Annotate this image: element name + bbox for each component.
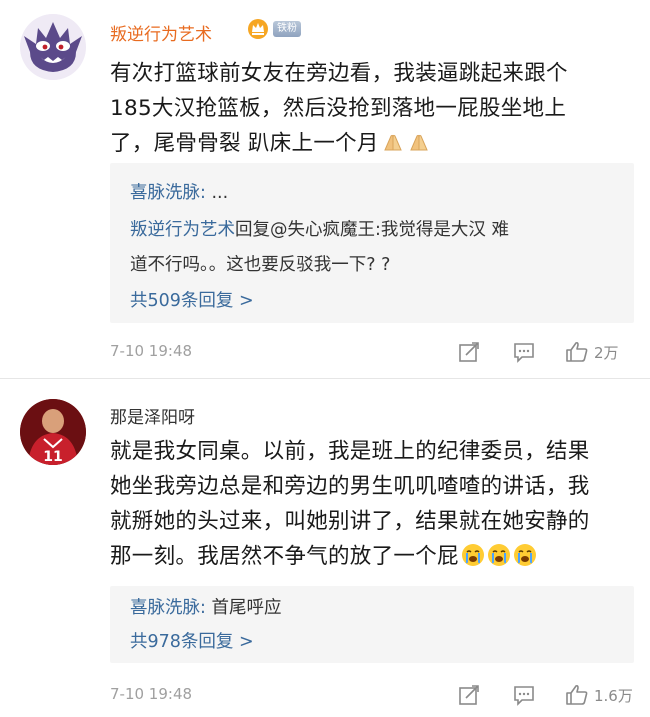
- reply-username[interactable]: 喜脉洗脉:: [130, 183, 206, 203]
- svg-text:11: 11: [43, 449, 62, 465]
- comment-item: 叛逆行为艺术 铁粉 有次打篮球前女友在旁边看，我装逼跳起来跟个 185大汉抢篮板…: [0, 0, 650, 378]
- share-icon[interactable]: [457, 683, 481, 707]
- comment-line-with-emoji: 了，尾骨骨裂 趴床上一个月: [110, 126, 630, 161]
- avatar[interactable]: [20, 14, 86, 80]
- username[interactable]: 那是泽阳呀: [110, 403, 195, 428]
- reply-text: 回复@失心疯魔王:我觉得是大汉 难: [235, 220, 509, 240]
- reply-item[interactable]: 喜脉洗脉: ...: [130, 179, 228, 204]
- thumbs-up-icon[interactable]: [565, 683, 589, 707]
- comment-line: 就是我女同桌。以前，我是班上的纪律委员，结果: [110, 439, 590, 464]
- comment-line: 她坐我旁边总是和旁边的男生叽叽喳喳的讲话，我: [110, 474, 590, 499]
- comment-line: 有次打篮球前女友在旁边看，我装逼跳起来跟个: [110, 61, 568, 86]
- reply-username[interactable]: 喜脉洗脉:: [130, 598, 206, 618]
- username[interactable]: 叛逆行为艺术: [110, 20, 212, 45]
- like-count: 1.6万: [594, 687, 633, 705]
- avatar[interactable]: 11: [20, 399, 86, 465]
- crying-face-icon: [487, 544, 510, 566]
- reply-item[interactable]: 叛逆行为艺术回复@失心疯魔王:我觉得是大汉 难: [130, 216, 509, 241]
- crying-face-icon: [461, 544, 484, 566]
- reply-text: 首尾呼应: [205, 598, 282, 618]
- comment-line: 就掰她的头过来，叫她别讲了，结果就在她安静的: [110, 509, 590, 534]
- thumbs-up-icon[interactable]: [565, 340, 589, 364]
- comment-line: 185大汉抢篮板，然后没抢到落地一屁股坐地上: [110, 96, 567, 121]
- comment-line: 那一刻。我居然不争气的放了一个屁: [110, 544, 459, 569]
- pray-hands-icon: [409, 134, 428, 151]
- reply-text: 道不行吗。。这也要反驳我一下? ?: [130, 255, 391, 275]
- comment-text: 就是我女同桌。以前，我是班上的纪律委员，结果 她坐我旁边总是和旁边的男生叽叽喳喳…: [110, 434, 630, 574]
- reply-box[interactable]: 喜脉洗脉: 首尾呼应 共978条回复 >: [110, 586, 634, 663]
- more-replies-link[interactable]: 共509条回复 >: [130, 287, 254, 312]
- basketball-player-avatar-icon: 11: [20, 399, 86, 465]
- reply-box[interactable]: 喜脉洗脉: ... 叛逆行为艺术回复@失心疯魔王:我觉得是大汉 难 道不行吗。。…: [110, 163, 634, 323]
- comment-icon[interactable]: [512, 683, 536, 707]
- timestamp: 7-10 19:48: [110, 685, 193, 703]
- comment-line: 了，尾骨骨裂 趴床上一个月: [110, 131, 379, 156]
- comment-line-with-emoji: 那一刻。我居然不争气的放了一个屁: [110, 539, 630, 574]
- comment-icon[interactable]: [512, 340, 536, 364]
- fan-badge: 铁粉: [273, 21, 301, 37]
- reply-username[interactable]: 叛逆行为艺术: [130, 220, 235, 240]
- share-icon[interactable]: [457, 340, 481, 364]
- comment-text: 有次打篮球前女友在旁边看，我装逼跳起来跟个 185大汉抢篮板，然后没抢到落地一屁…: [110, 56, 630, 161]
- timestamp: 7-10 19:48: [110, 342, 193, 360]
- pray-hands-icon: [383, 134, 402, 151]
- more-replies-link[interactable]: 共978条回复 >: [130, 628, 254, 653]
- comment-item: 11 那是泽阳呀 就是我女同桌。以前，我是班上的纪律委员，结果 她坐我旁边总是和…: [0, 378, 650, 717]
- ghost-avatar-icon: [20, 14, 86, 80]
- like-count: 2万: [594, 344, 619, 362]
- reply-item-continued: 道不行吗。。这也要反驳我一下? ?: [130, 251, 390, 276]
- reply-text: ...: [205, 183, 229, 203]
- crying-face-icon: [513, 544, 536, 566]
- crown-vip-icon[interactable]: [247, 18, 269, 40]
- reply-item[interactable]: 喜脉洗脉: 首尾呼应: [130, 594, 281, 619]
